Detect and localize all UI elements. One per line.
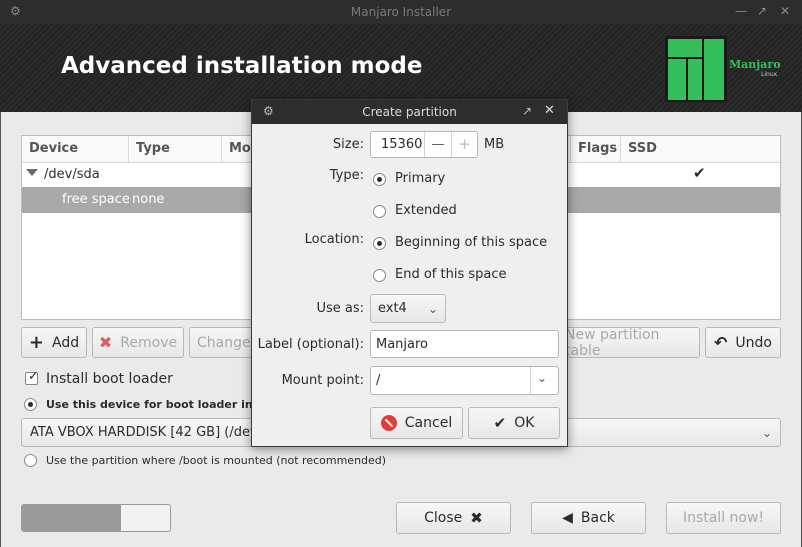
use-device-label: Use this device for boot loader installa — [46, 398, 252, 411]
install-now-button[interactable]: Install now! — [666, 502, 781, 534]
label-value: Manjaro — [376, 337, 429, 352]
progress-bar — [21, 504, 171, 532]
page-title: Advanced installation mode — [61, 53, 423, 79]
logo-subtext: Linux — [761, 71, 778, 78]
column-header-ssd[interactable]: SSD — [621, 136, 780, 162]
window-title: Manjaro Installer — [350, 5, 452, 19]
chevron-down-icon[interactable]: ⌄ — [537, 371, 547, 385]
remove-button[interactable]: ✖ Remove — [92, 327, 184, 358]
cancel-icon — [380, 415, 397, 431]
plus-icon: + — [28, 332, 44, 353]
row-type: none — [132, 192, 165, 207]
size-unit: MB — [484, 137, 505, 152]
create-partition-dialog: ⚙ Create partition ↗ ✕ Size: 15360 — + M… — [251, 99, 568, 447]
checkmark-icon: ✔ — [493, 414, 507, 432]
restore-icon[interactable]: — — [735, 4, 747, 18]
back-button[interactable]: ◀ Back — [531, 502, 646, 534]
progress-fill — [22, 505, 122, 531]
label-input[interactable]: Manjaro — [370, 330, 559, 358]
dialog-titlebar: ⚙ Create partition ↗ ✕ — [252, 100, 567, 124]
undo-button[interactable]: ↶ Undo — [705, 327, 781, 358]
back-arrow-icon: ◀ — [562, 510, 573, 526]
decrement-button[interactable]: — — [425, 132, 451, 157]
location-label: Location: — [304, 232, 364, 247]
manjaro-logo-icon — [665, 36, 727, 102]
close-button[interactable]: Close ✖ — [396, 502, 511, 534]
install-boot-loader-label: Install boot loader — [46, 371, 173, 387]
undo-icon: ↶ — [714, 333, 728, 352]
combo-divider — [530, 367, 531, 394]
logo-text: Manjaro — [729, 58, 781, 71]
manjaro-logo: Manjaro Linux — [665, 36, 781, 102]
add-button[interactable]: + Add — [21, 327, 87, 358]
label-optional-label: Label (optional): — [257, 337, 364, 352]
column-header-type[interactable]: Type — [129, 136, 222, 162]
use-as-label: Use as: — [316, 301, 364, 316]
location-beginning-radio[interactable] — [373, 237, 386, 250]
use-device-radio[interactable] — [24, 398, 37, 411]
window-titlebar: ⚙ Manjaro Installer — ↗ ✕ — [0, 0, 802, 24]
checkmark-icon: ✓ — [28, 369, 39, 384]
ssd-check-icon: ✔ — [693, 164, 706, 182]
dialog-title: Create partition — [362, 105, 457, 119]
size-spinbox[interactable]: 15360 — + — [370, 131, 478, 158]
type-label: Type: — [329, 168, 364, 183]
location-end-radio[interactable] — [373, 269, 386, 282]
cancel-button[interactable]: Cancel — [370, 407, 463, 439]
increment-button[interactable]: + — [452, 132, 477, 157]
close-icon[interactable]: ✕ — [780, 4, 790, 18]
chevron-down-icon: ⌄ — [761, 425, 772, 440]
column-header-device[interactable]: Device — [22, 136, 129, 162]
new-partition-table-button[interactable]: New partition table — [564, 327, 700, 359]
column-header-flags[interactable]: Flags — [571, 136, 621, 162]
expand-arrow-icon[interactable] — [26, 169, 38, 176]
type-primary-label: Primary — [395, 171, 446, 186]
dialog-close-icon[interactable]: ✕ — [544, 103, 555, 118]
row-device: /dev/sda — [44, 167, 100, 182]
close-x-icon: ✖ — [470, 509, 483, 527]
location-end-label: End of this space — [395, 267, 507, 282]
use-partition-label: Use the partition where /boot is mounted… — [46, 454, 387, 467]
type-extended-label: Extended — [395, 203, 457, 218]
size-label: Size: — [332, 137, 364, 152]
mount-point-value: / — [376, 373, 381, 388]
use-partition-radio[interactable] — [24, 454, 37, 467]
size-value: 15360 — [381, 137, 423, 152]
location-beginning-label: Beginning of this space — [395, 235, 548, 250]
mount-point-combobox[interactable]: / ⌄ — [370, 366, 559, 395]
chevron-down-icon: ⌄ — [427, 301, 438, 316]
row-device: free space — [62, 192, 130, 207]
mount-point-label: Mount point: — [281, 373, 364, 388]
change-button[interactable]: Change... — [189, 327, 255, 358]
remove-x-icon: ✖ — [98, 333, 113, 352]
dialog-maximize-icon[interactable]: ↗ — [522, 104, 532, 118]
filesystem-select[interactable]: ext4 ⌄ — [370, 294, 446, 323]
type-extended-radio[interactable] — [373, 205, 386, 218]
maximize-icon[interactable]: ↗ — [757, 4, 767, 18]
ok-button[interactable]: ✔ OK — [468, 407, 560, 439]
type-primary-radio[interactable] — [373, 173, 386, 186]
